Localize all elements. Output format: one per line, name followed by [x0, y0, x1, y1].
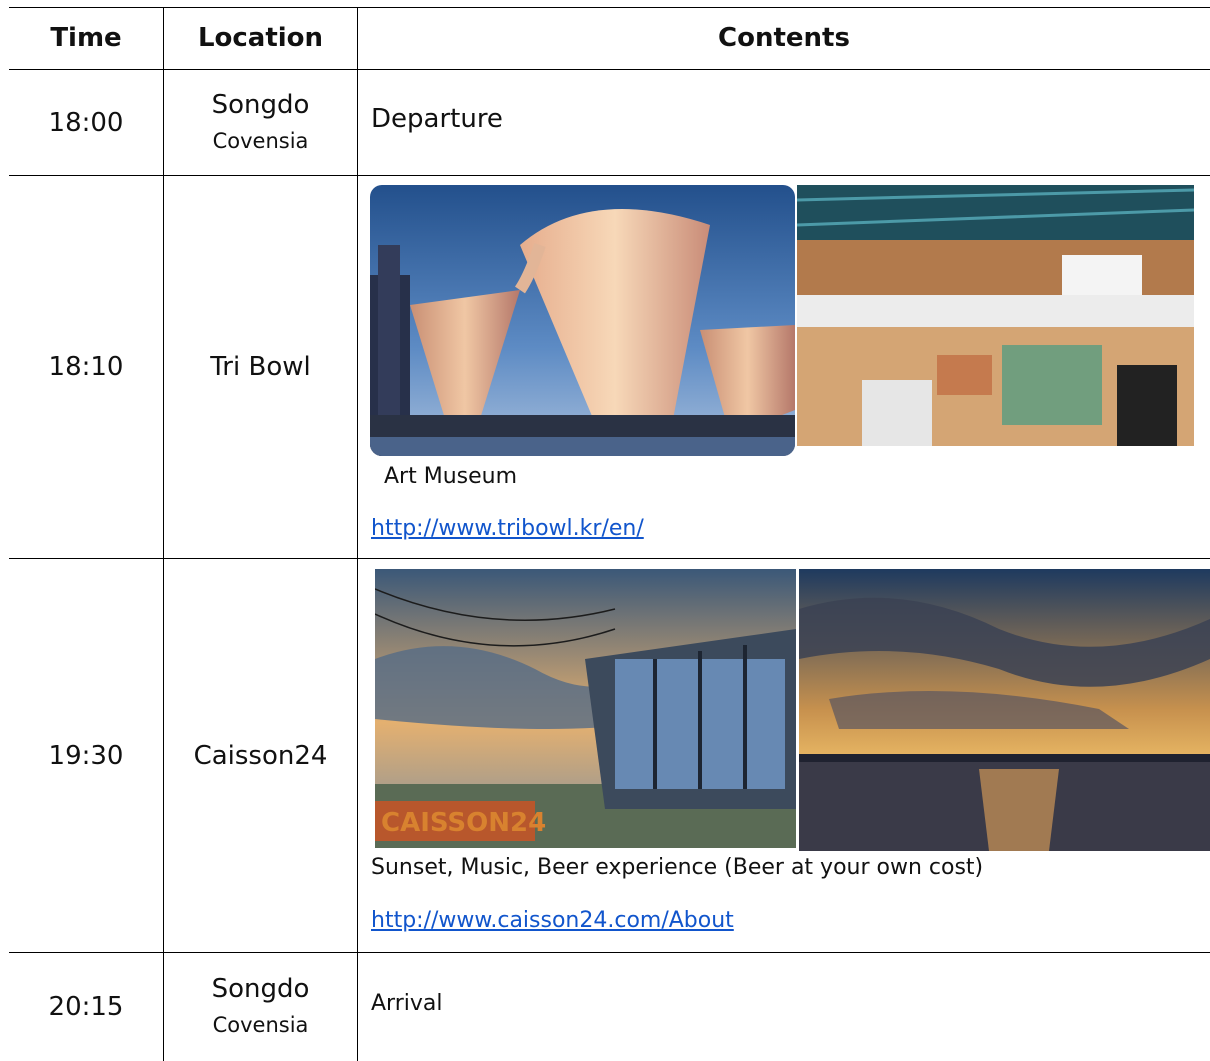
caisson24-link[interactable]: http://www.caisson24.com/About: [371, 902, 971, 938]
column-divider: [357, 7, 358, 1061]
tribowl-interior-photo: [797, 185, 1194, 446]
row-contents: Departure: [371, 104, 503, 134]
sunset-sea-photo: [799, 569, 1210, 851]
location-line1: Songdo: [211, 89, 310, 120]
row-location: Caisson24: [193, 740, 328, 771]
location-line2: Covensia: [212, 1013, 309, 1037]
row-caption: Sunset, Music, Beer experience (Beer at …: [371, 854, 984, 880]
tribowl-exterior-photo: [370, 185, 795, 456]
itinerary-table: Time Location Contents 18:00 Songdo Cove…: [9, 7, 1210, 1061]
caisson24-building-photo: CAISSON24: [375, 569, 796, 848]
row-caption: Art Museum: [384, 463, 518, 489]
location-line2: Covensia: [212, 128, 309, 153]
row-location: Tri Bowl: [210, 352, 311, 382]
location-line1: Songdo: [211, 974, 310, 1004]
tribowl-exterior-image: [370, 185, 795, 456]
row-location: Songdo Covensia: [164, 70, 357, 175]
tribowl-interior-image: [797, 185, 1194, 446]
caisson24-sign: CAISSON24: [381, 808, 546, 838]
row-time: 18:00: [48, 107, 124, 138]
header-location: Location: [197, 23, 324, 53]
row-contents: Arrival: [371, 990, 443, 1016]
row-time: 20:15: [48, 992, 124, 1022]
header-time: Time: [50, 23, 122, 53]
sunset-sea-image: [799, 569, 1210, 851]
row-time: 19:30: [48, 740, 124, 771]
row-time: 18:10: [48, 352, 124, 382]
tribowl-link[interactable]: http://www.tribowl.kr/en/: [371, 510, 971, 546]
header-contents: Contents: [718, 23, 850, 53]
row-location: Songdo Covensia: [164, 953, 357, 1061]
caisson24-building-image: CAISSON24: [375, 569, 796, 848]
